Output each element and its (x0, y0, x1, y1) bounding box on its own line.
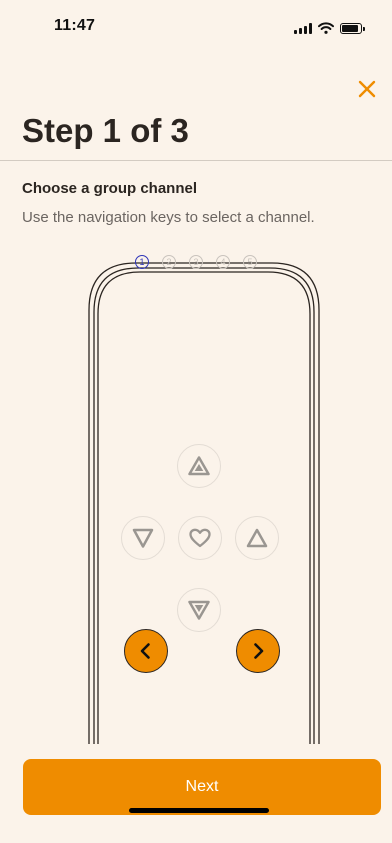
chevron-left-icon (140, 643, 150, 659)
up-small-key (235, 516, 279, 560)
down-key-lower (177, 588, 221, 632)
status-icons (294, 22, 365, 34)
triangle-down-icon (188, 600, 210, 620)
chevron-right-icon (254, 643, 264, 659)
close-icon (358, 80, 376, 98)
triangle-up-icon (246, 528, 268, 548)
status-time: 11:47 (54, 17, 96, 34)
header-divider (0, 160, 392, 161)
channel-3: 3 (189, 255, 203, 269)
page-title: Step 1 of 3 (22, 112, 189, 149)
up-key (177, 444, 221, 488)
channel-indicators: 1 2 3 4 5 (135, 255, 257, 269)
section-heading: Choose a group channel (22, 180, 198, 197)
battery-fill (342, 24, 358, 32)
triangle-up-icon (188, 456, 210, 476)
triangle-down-icon (132, 528, 154, 548)
wifi-icon (318, 22, 334, 34)
status-bar: 11:47 (0, 0, 392, 54)
previous-key[interactable] (124, 629, 168, 673)
down-key (121, 516, 165, 560)
battery-icon (340, 22, 365, 34)
close-button[interactable] (354, 76, 380, 102)
next-button[interactable]: Next (23, 759, 381, 815)
section-description: Use the navigation keys to select a chan… (22, 209, 315, 226)
remote-outline (88, 262, 320, 744)
signal-icon (294, 22, 312, 34)
channel-5: 5 (243, 255, 257, 269)
home-indicator (129, 808, 269, 813)
next-key[interactable] (236, 629, 280, 673)
channel-1: 1 (135, 255, 149, 269)
heart-key (178, 516, 222, 560)
heart-icon (189, 528, 211, 548)
channel-2: 2 (162, 255, 176, 269)
channel-4: 4 (216, 255, 230, 269)
